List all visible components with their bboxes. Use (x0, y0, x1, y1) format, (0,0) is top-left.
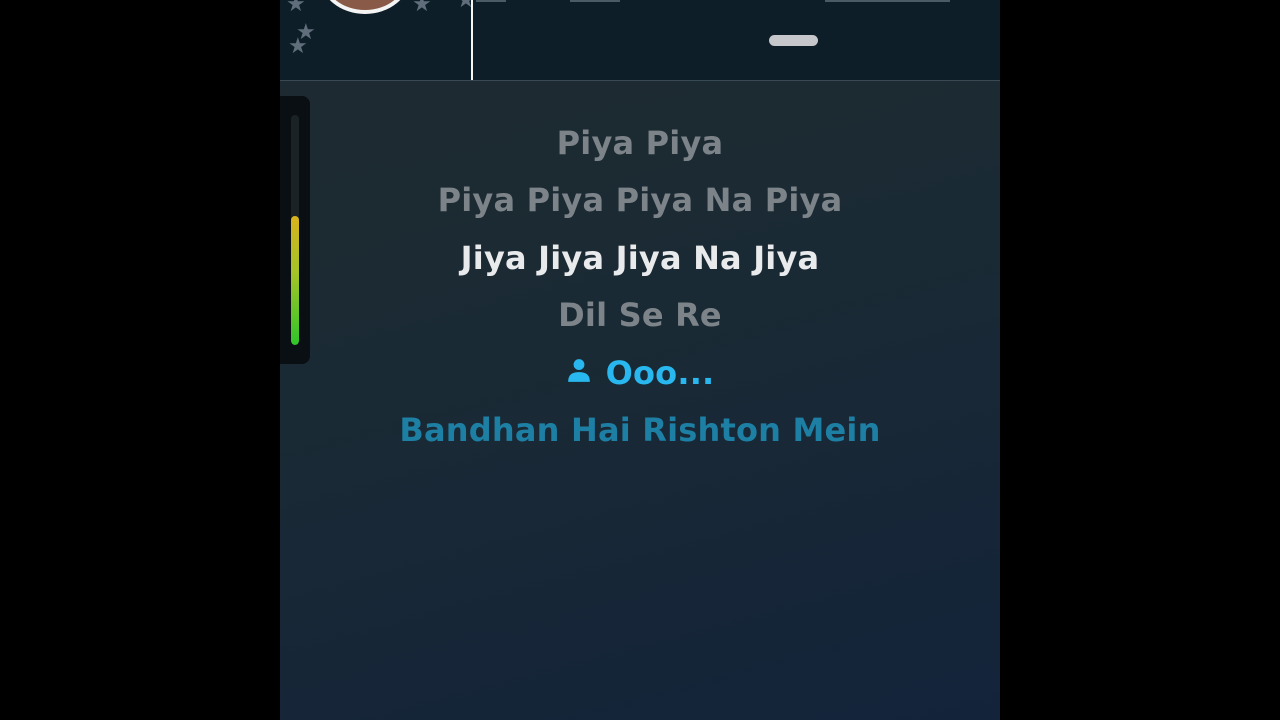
karaoke-screen: ★ ★ ★ ★ ★ Piya Piya Piya Piya Piya Na Pi… (280, 0, 1000, 720)
lyric-line: Dil Se Re (558, 296, 722, 334)
pitch-guide: ★ ★ ★ ★ ★ (280, 0, 1000, 81)
lyric-line-current: Jiya Jiya Jiya Na Jiya (460, 239, 820, 277)
lyric-line: Piya Piya Piya Na Piya (437, 181, 843, 219)
pitch-note-indicator (769, 35, 818, 46)
lyric-line-text: Ooo... (605, 354, 715, 392)
pitch-note-bar (825, 0, 950, 2)
pitch-note-bar (476, 0, 506, 2)
lyric-line-upcoming: Bandhan Hai Rishton Mein (399, 411, 881, 449)
star-icon: ★ (412, 0, 432, 17)
avatar[interactable] (320, 0, 410, 14)
star-icon: ★ (288, 34, 308, 59)
pitch-playhead (471, 0, 473, 80)
pitch-note-bar (570, 0, 620, 2)
lyric-line-next: Ooo... (280, 354, 1000, 394)
lyric-line: Piya Piya (556, 124, 724, 162)
star-icon: ★ (286, 0, 306, 17)
person-icon (566, 353, 592, 391)
